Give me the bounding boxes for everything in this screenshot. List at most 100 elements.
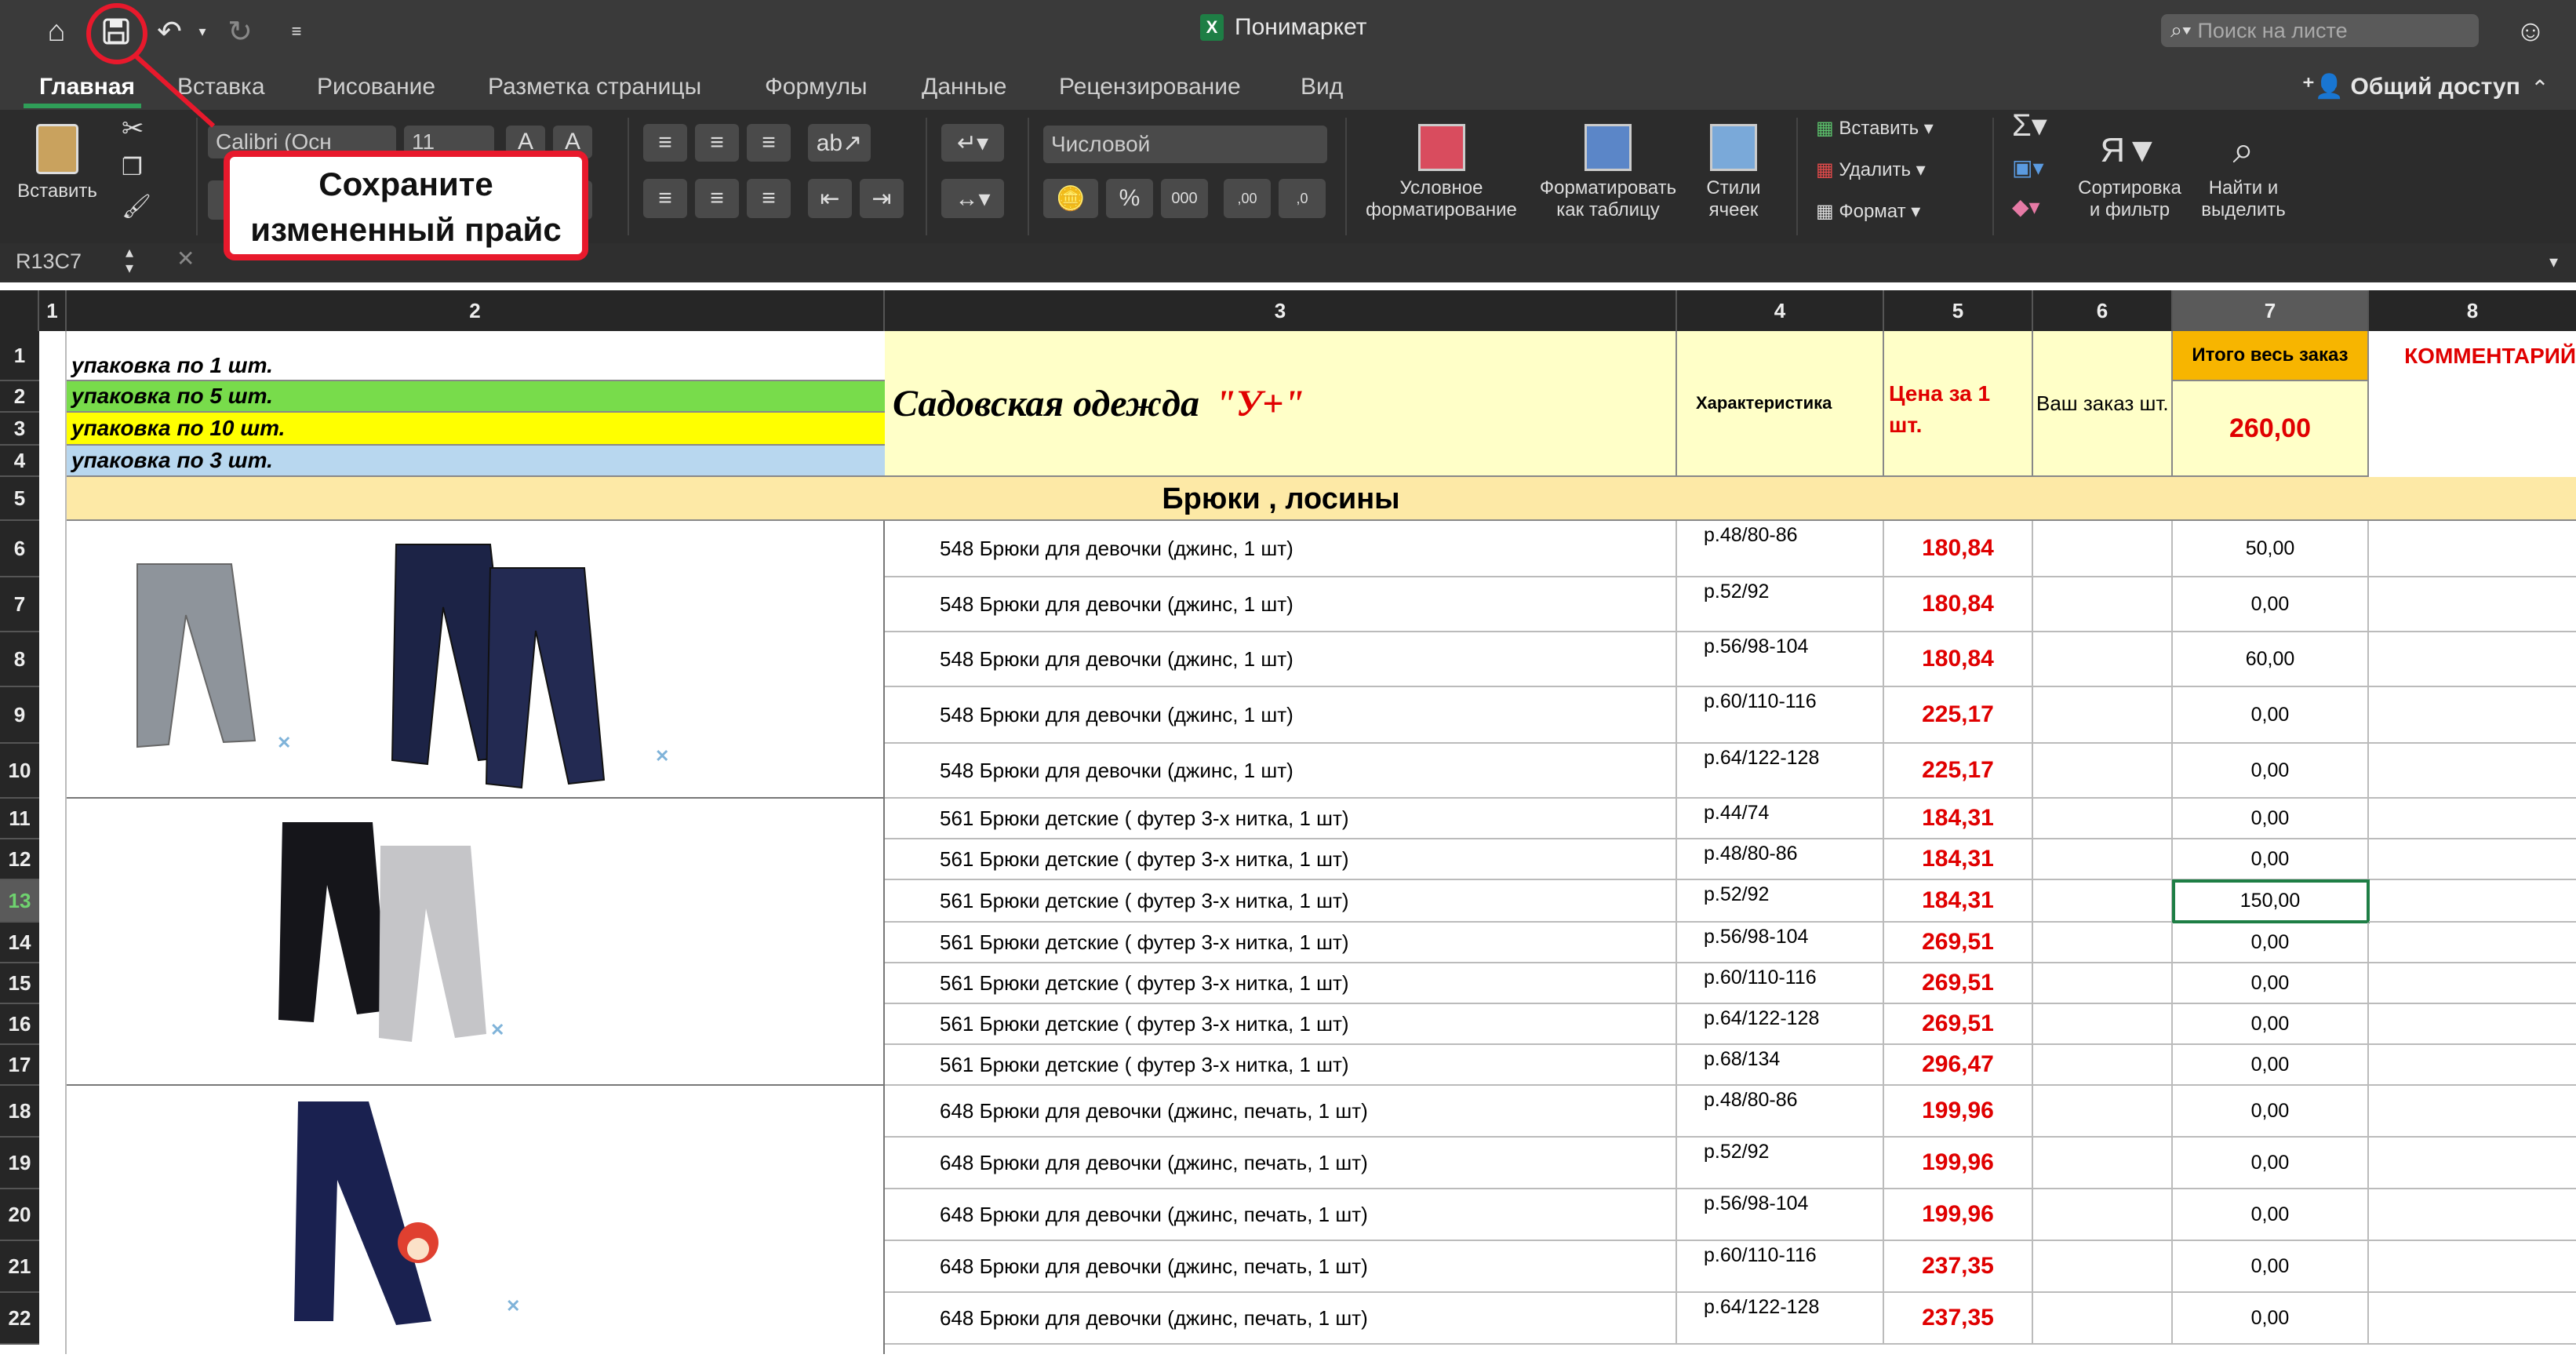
price-cell[interactable]: 225,17 [1884,744,2033,799]
collapse-ribbon-icon[interactable]: ⌃ [2520,67,2560,108]
size-cell[interactable]: р.44/74 [1677,799,1884,839]
size-cell[interactable]: р.48/80-86 [1677,521,1884,577]
order-qty-cell[interactable] [2033,577,2173,632]
comment-cell[interactable] [2369,1189,2576,1241]
product-image-561[interactable]: ✕ [67,799,885,1086]
row-header[interactable]: 8 [0,632,39,687]
row-header[interactable]: 1 [0,331,39,381]
align-left-icon[interactable]: ≡ [643,179,687,218]
row-header[interactable]: 18 [0,1086,39,1138]
comment-cell[interactable] [2369,1045,2576,1086]
number-format-select[interactable]: Числовой [1043,126,1327,163]
product-name-cell[interactable]: 561 Брюки детские ( футер 3-х нитка, 1 ш… [885,963,1677,1004]
conditional-formatting-button[interactable]: Условное форматирование [1361,124,1522,221]
row-header[interactable]: 21 [0,1241,39,1293]
product-name-cell[interactable]: 561 Брюки детские ( футер 3-х нитка, 1 ш… [885,1045,1677,1086]
product-name-cell[interactable]: 548 Брюки для девочки (джинс, 1 шт) [885,577,1677,632]
tab-formulas[interactable]: Формулы [765,74,868,100]
increase-decimal-icon[interactable]: ,00 [1224,179,1271,218]
product-name-cell[interactable]: 548 Брюки для девочки (джинс, 1 шт) [885,632,1677,687]
comment-cell[interactable] [2369,687,2576,744]
size-cell[interactable]: р.64/122-128 [1677,1004,1884,1045]
product-name-cell[interactable]: 548 Брюки для девочки (джинс, 1 шт) [885,744,1677,799]
align-center-icon[interactable]: ≡ [695,179,739,218]
product-name-cell[interactable]: 561 Брюки детские ( футер 3-х нитка, 1 ш… [885,839,1677,880]
size-cell[interactable]: р.64/122-128 [1677,1293,1884,1345]
row-header[interactable]: 13 [0,880,39,923]
price-cell[interactable]: 184,31 [1884,799,2033,839]
wrap-text-icon[interactable]: ↵▾ [941,124,1004,162]
namebox-stepper-icon[interactable]: ▴ ▾ [126,245,133,276]
select-all-corner[interactable] [0,290,39,331]
col-header-4[interactable]: 4 [1677,290,1884,331]
total-order-value[interactable]: 260,00 [2173,381,2369,477]
product-name-cell[interactable]: 561 Брюки детские ( футер 3-х нитка, 1 ш… [885,799,1677,839]
order-qty-cell[interactable] [2033,1004,2173,1045]
comment-cell[interactable] [2369,521,2576,577]
size-cell[interactable]: р.52/92 [1677,880,1884,923]
order-qty-cell[interactable] [2033,963,2173,1004]
size-cell[interactable]: р.60/110-116 [1677,963,1884,1004]
product-image-648[interactable]: ✕ [67,1086,885,1354]
comment-cell[interactable] [2369,1138,2576,1189]
order-qty-cell[interactable] [2033,1293,2173,1345]
price-cell[interactable]: 199,96 [1884,1086,2033,1138]
row-total-cell[interactable]: 50,00 [2173,521,2369,577]
total-order-header[interactable]: Итого весь заказ [2173,331,2369,381]
product-name-cell[interactable]: 648 Брюки для девочки (джинс, печать, 1 … [885,1086,1677,1138]
align-middle-icon[interactable]: ≡ [695,124,739,162]
comment-cell[interactable] [2369,1086,2576,1138]
price-cell[interactable]: 199,96 [1884,1189,2033,1241]
order-qty-cell[interactable] [2033,1189,2173,1241]
row-total-cell[interactable]: 0,00 [2173,1138,2369,1189]
row-header[interactable]: 19 [0,1138,39,1189]
comment-cell[interactable] [2369,1241,2576,1293]
row-header[interactable]: 15 [0,963,39,1004]
size-cell[interactable]: р.52/92 [1677,577,1884,632]
row-total-cell[interactable]: 60,00 [2173,632,2369,687]
comment-cell[interactable] [2369,799,2576,839]
row-total-cell[interactable]: 0,00 [2173,839,2369,880]
product-name-cell[interactable]: 561 Брюки детские ( футер 3-х нитка, 1 ш… [885,880,1677,923]
cell-styles-button[interactable]: Стили ячеек [1690,124,1777,221]
row-header[interactable]: 2 [0,381,39,413]
col-header-6[interactable]: 6 [2033,290,2173,331]
decrease-decimal-icon[interactable]: ,0 [1279,179,1326,218]
autosum-icon[interactable]: Σ▾ [2012,110,2047,141]
row-header[interactable]: 16 [0,1004,39,1045]
row-total-cell[interactable]: 0,00 [2173,577,2369,632]
size-cell[interactable]: р.48/80-86 [1677,839,1884,880]
size-cell[interactable]: р.56/98-104 [1677,632,1884,687]
row-header[interactable]: 3 [0,413,39,446]
find-select-button[interactable]: ⌕ Найти и выделить [2192,124,2294,221]
comment-cell[interactable] [2369,1004,2576,1045]
product-name-cell[interactable]: 548 Брюки для девочки (джинс, 1 шт) [885,687,1677,744]
row-total-cell[interactable]: 0,00 [2173,1293,2369,1345]
customize-toolbar-icon[interactable]: ≡ [276,11,317,52]
price-list-title[interactable]: Садовская одежда "У+" [885,331,1677,477]
order-qty-cell[interactable] [2033,1086,2173,1138]
comment-cell[interactable] [2369,744,2576,799]
comment-cell[interactable] [2369,632,2576,687]
price-cell[interactable]: 180,84 [1884,632,2033,687]
row-total-cell[interactable]: 0,00 [2173,1004,2369,1045]
size-cell[interactable]: р.60/110-116 [1677,1241,1884,1293]
price-cell[interactable]: 184,31 [1884,839,2033,880]
comment-cell[interactable] [2369,1293,2576,1345]
price-cell[interactable]: 184,31 [1884,880,2033,923]
fill-icon[interactable]: ▣▾ [2012,157,2044,179]
price-cell[interactable]: 269,51 [1884,923,2033,963]
cancel-formula-icon[interactable]: ✕ [176,248,195,270]
product-name-cell[interactable]: 561 Брюки детские ( футер 3-х нитка, 1 ш… [885,1004,1677,1045]
comment-cell[interactable] [2369,963,2576,1004]
format-painter-icon[interactable]: 🖌 [122,195,151,219]
col-header-7[interactable]: 7 [2173,290,2369,331]
price-cell[interactable]: 269,51 [1884,963,2033,1004]
row-header[interactable]: 4 [0,446,39,477]
search-input[interactable]: ⌕▾ Поиск на листе [2161,14,2479,47]
decrease-indent-icon[interactable]: ⇤ [808,179,852,218]
tab-view[interactable]: Вид [1301,74,1343,100]
order-qty-cell[interactable] [2033,799,2173,839]
price-cell[interactable]: 237,35 [1884,1241,2033,1293]
comment-cell[interactable] [2369,577,2576,632]
